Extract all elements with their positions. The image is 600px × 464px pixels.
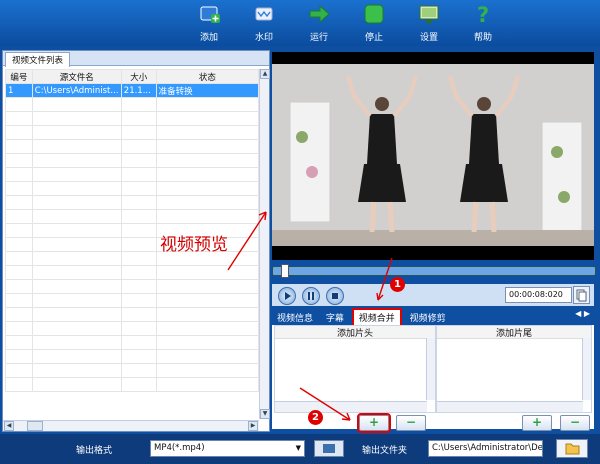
annotation-marker-2: 2 [308,410,323,425]
annotation-marker-1: 1 [390,277,405,292]
annotation-arrows [227,211,393,421]
